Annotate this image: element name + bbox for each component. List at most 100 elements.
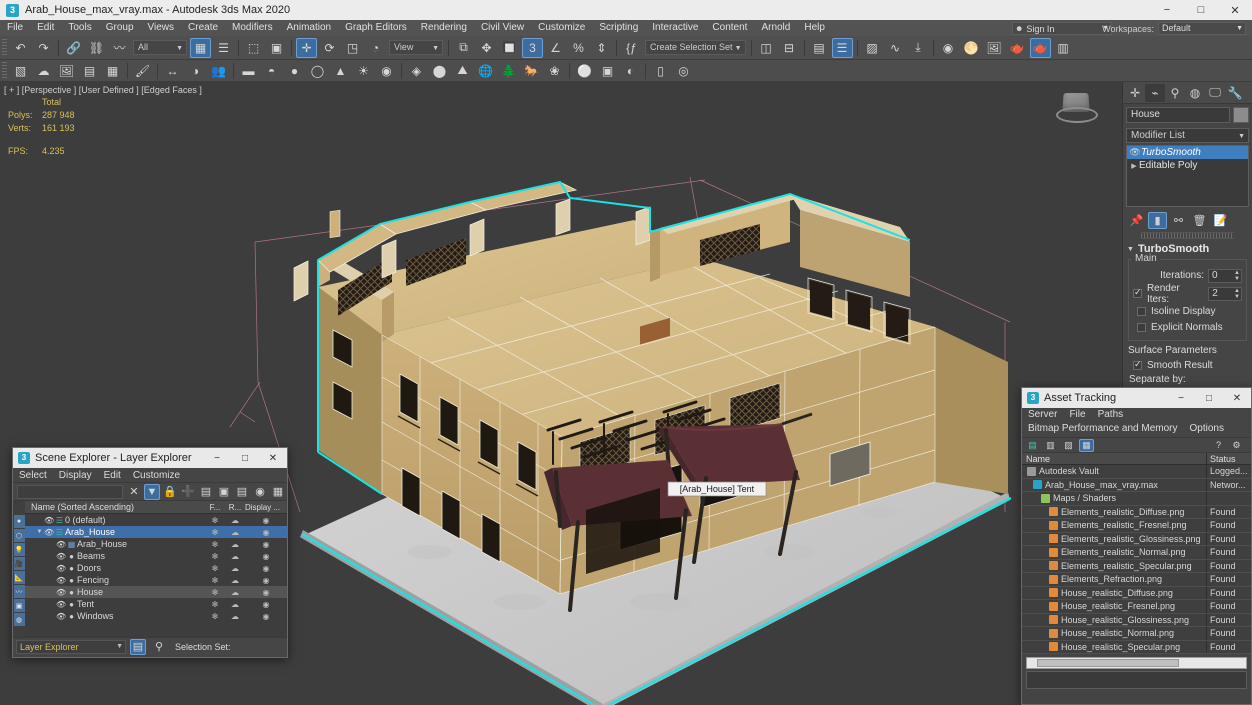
rectangular-selection-region-button[interactable]: ⬚: [243, 38, 264, 58]
light-filter-icon[interactable]: 💡: [13, 543, 25, 556]
frozen-toggle-icon[interactable]: ✻: [205, 600, 225, 609]
iterations-spinner[interactable]: 0 ▲ ▼: [1208, 268, 1242, 283]
motion-tab[interactable]: ◍: [1185, 84, 1205, 102]
frozen-toggle-icon[interactable]: ✻: [205, 516, 225, 525]
menu-customize[interactable]: Customize: [531, 20, 592, 36]
list-assets-button[interactable]: ▥: [1043, 439, 1058, 452]
at-menu-options[interactable]: Options: [1184, 423, 1230, 434]
people-icon[interactable]: 👥: [208, 61, 229, 81]
render-toggle-icon[interactable]: ☁: [225, 516, 245, 525]
layer-explorer-button[interactable]: ▤: [809, 38, 830, 58]
cloud-icon[interactable]: ☁: [33, 61, 54, 81]
se-menu-customize[interactable]: Customize: [127, 470, 186, 481]
menu-modifiers[interactable]: Modifiers: [225, 20, 280, 36]
disc-light-icon[interactable]: ◯: [307, 61, 328, 81]
render-toggle-icon[interactable]: ☁: [225, 588, 245, 597]
asset-row[interactable]: Elements_realistic_Glossiness.png Found: [1022, 532, 1251, 546]
new-layer-button[interactable]: ▤: [198, 484, 214, 500]
flow-icon[interactable]: ↔: [162, 61, 183, 81]
scene-explorer-row[interactable]: 👁 ☰ 0 (default) ✻ ☁ ◉: [25, 514, 287, 526]
asset-row[interactable]: House_realistic_Glossiness.png Found: [1022, 613, 1251, 627]
snaps-toggle-button[interactable]: 🔲: [499, 38, 520, 58]
display-tab[interactable]: 🖵: [1205, 84, 1225, 102]
eye-icon[interactable]: 👁: [56, 552, 66, 561]
menu-arnold[interactable]: Arnold: [754, 20, 797, 36]
paint-icon[interactable]: 🖌: [132, 61, 153, 81]
viewport-label[interactable]: [ + ] [Perspective ] [User Defined ] [Ed…: [4, 85, 202, 95]
display-toggle-icon[interactable]: ◉: [245, 588, 287, 597]
panel-resize-handle[interactable]: [1141, 232, 1234, 239]
layer-props-button[interactable]: ▦: [270, 484, 286, 500]
display-toggle-icon[interactable]: ◉: [245, 528, 287, 537]
spacewarp-filter-icon[interactable]: 〰: [13, 585, 25, 598]
asset-row[interactable]: House_realistic_Fresnel.png Found: [1022, 600, 1251, 614]
undo-button[interactable]: ↶: [10, 38, 31, 58]
scene-explorer-close-button[interactable]: ✕: [259, 448, 287, 468]
asset-tracking-title-bar[interactable]: 3 Asset Tracking − □ ✕: [1022, 388, 1251, 408]
isoline-display-checkbox[interactable]: [1137, 306, 1146, 316]
scene-explorer-row[interactable]: 👁 ▦ Arab_House ✻ ☁ ◉: [25, 538, 287, 550]
scene-explorer-title-bar[interactable]: 3 Scene Explorer - Layer Explorer − □ ✕: [13, 448, 287, 468]
scene-explorer-minimize-button[interactable]: −: [203, 448, 231, 468]
eye-icon[interactable]: 👁: [1129, 147, 1141, 158]
helper-filter-icon[interactable]: 📐: [13, 571, 25, 584]
render-toggle-icon[interactable]: ☁: [225, 552, 245, 561]
object-color-swatch[interactable]: [1233, 107, 1249, 123]
menu-content[interactable]: Content: [705, 20, 754, 36]
select-and-rotate-button[interactable]: ⟳: [319, 38, 340, 58]
menu-tools[interactable]: Tools: [61, 20, 98, 36]
proxy-scene-icon[interactable]: ▣: [597, 61, 618, 81]
help-icon[interactable]: ?: [1211, 439, 1226, 452]
asset-row[interactable]: Elements_realistic_Diffuse.png Found: [1022, 505, 1251, 519]
scene-explorer-maximize-button[interactable]: □: [231, 448, 259, 468]
toolbar-grip[interactable]: [2, 61, 7, 80]
frozen-toggle-icon[interactable]: ✻: [205, 552, 225, 561]
select-object-button[interactable]: ▦: [190, 37, 211, 58]
render-setup-button[interactable]: 🌕: [961, 38, 982, 58]
column-frozen[interactable]: F...: [205, 503, 225, 512]
scene-explorer-button[interactable]: ☰: [831, 37, 853, 58]
shape-filter-icon[interactable]: ⬡: [13, 529, 25, 542]
asset-row[interactable]: Elements_realistic_Specular.png Found: [1022, 559, 1251, 573]
frame-buffer-icon[interactable]: ▯: [650, 61, 671, 81]
proxy-sphere-icon[interactable]: ⚪: [574, 61, 595, 81]
clear-search-button[interactable]: ✕: [126, 484, 142, 500]
snaps-3-button[interactable]: 3: [522, 37, 543, 58]
mirror-button[interactable]: ◫: [756, 38, 777, 58]
render-toggle-icon[interactable]: ☁: [225, 564, 245, 573]
add-layer-button[interactable]: ➕: [180, 484, 196, 500]
column-display[interactable]: Display ...: [245, 503, 287, 512]
settings-icon[interactable]: ⚙: [1229, 439, 1244, 452]
create-selection-set-combo[interactable]: Create Selection Set ▼: [645, 40, 746, 55]
column-name[interactable]: Name (Sorted Ascending): [25, 502, 205, 512]
workspaces-combo[interactable]: Default ▼: [1158, 22, 1246, 35]
redo-button[interactable]: ↷: [33, 38, 54, 58]
column-status[interactable]: Status: [1207, 453, 1251, 464]
bind-to-space-warp-button[interactable]: 〰: [109, 38, 130, 58]
asset-tracking-rows[interactable]: Autodesk Vault Logged... Arab_House_max_vr…: [1022, 465, 1251, 654]
reference-coordinate-system-combo[interactable]: View ▼: [389, 40, 443, 55]
scene-explorer-row[interactable]: 👁 ● Tent ✻ ☁ ◉: [25, 598, 287, 610]
select-and-scale-button[interactable]: ◳: [342, 38, 363, 58]
filter-button[interactable]: ▼: [144, 483, 160, 500]
cone-light-icon[interactable]: ▲: [330, 61, 351, 81]
at-menu-server[interactable]: Server: [1022, 409, 1063, 420]
layer-mode-button[interactable]: ▤: [130, 638, 146, 655]
pin-stack-button[interactable]: 📌: [1127, 212, 1146, 229]
explorer-name-combo[interactable]: Layer Explorer ▼: [16, 639, 126, 654]
spinner-snap-toggle-button[interactable]: ⇕: [591, 38, 612, 58]
scatter-icon[interactable]: ❀: [544, 61, 565, 81]
display-toggle-icon[interactable]: ◉: [245, 540, 287, 549]
configure-modifier-sets-button[interactable]: 📝: [1211, 212, 1230, 229]
camera-filter-icon[interactable]: 🎥: [13, 557, 25, 570]
se-menu-edit[interactable]: Edit: [98, 470, 127, 481]
scene-explorer-list[interactable]: Name (Sorted Ascending) F... R... Displa…: [25, 501, 287, 637]
scene-explorer-row[interactable]: 👁 ● House ✻ ☁ ◉: [25, 586, 287, 598]
display-toggle-icon[interactable]: ◉: [245, 564, 287, 573]
ies-light-icon[interactable]: ◉: [376, 61, 397, 81]
eye-icon[interactable]: 👁: [56, 600, 66, 609]
select-and-move-button[interactable]: ✛: [296, 37, 317, 58]
tree-icon[interactable]: 🌲: [498, 61, 519, 81]
scene-explorer-search-input[interactable]: [17, 484, 123, 499]
eye-icon[interactable]: 👁: [56, 612, 66, 621]
